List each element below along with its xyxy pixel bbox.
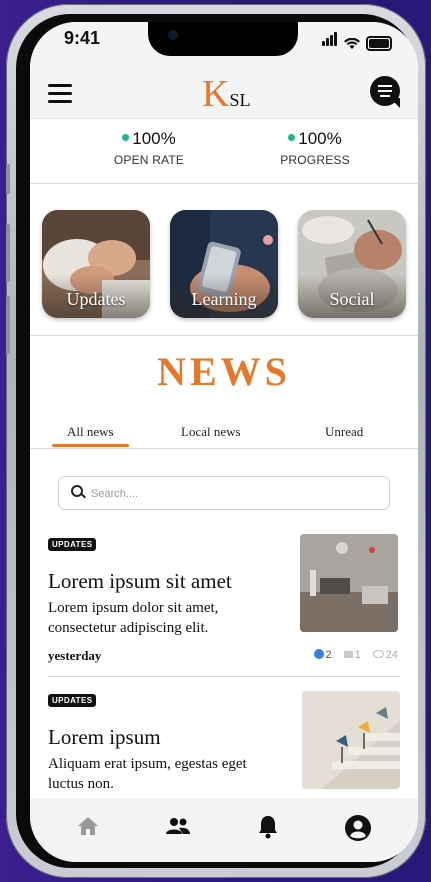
community-icon[interactable] [164, 814, 194, 844]
news-tabs: All news Local news Unread [30, 424, 418, 449]
profile-icon[interactable] [344, 814, 374, 844]
logo-k: K [202, 73, 230, 115]
article-card[interactable]: UPDATES Lorem ipsum Aliquam erat ipsum, … [30, 688, 418, 798]
tab-all-news[interactable]: All news [67, 424, 114, 440]
status-time: 9:41 [64, 28, 101, 48]
category-label-updates: Updates [66, 289, 126, 309]
article-excerpt: Aliquam erat ipsum, egestas eget luctus … [48, 756, 247, 792]
tab-local-news[interactable]: Local news [181, 424, 241, 440]
category-cards: Updates Learning Social [42, 210, 408, 320]
likes-count: 2 [313, 649, 332, 661]
stat-open-rate: 100% OPEN RATE [74, 129, 224, 167]
bell-icon[interactable] [256, 814, 286, 844]
battery-icon [366, 36, 392, 51]
mute-switch [6, 164, 10, 194]
category-label-social: Social [329, 289, 375, 309]
volume-up-button [6, 224, 10, 282]
comment-icon [343, 651, 353, 658]
active-tab-indicator [52, 444, 129, 447]
logo-sl: SL [229, 90, 251, 110]
article-title[interactable]: Lorem ipsum sit amet [48, 569, 232, 594]
stat-progress: 100% PROGRESS [240, 129, 390, 167]
status-dot-icon [122, 134, 130, 141]
volume-down-button [6, 296, 10, 354]
home-icon[interactable] [76, 814, 106, 844]
open-rate-value: 100% [132, 129, 176, 148]
bottom-nav [30, 798, 418, 862]
menu-icon[interactable] [48, 84, 72, 108]
progress-label: PROGRESS [280, 153, 350, 167]
article-badge: UPDATES [48, 694, 97, 707]
chat-icon[interactable] [370, 76, 400, 108]
signal-icon [322, 32, 338, 51]
article-title[interactable]: Lorem ipsum [48, 725, 161, 750]
open-rate-label: OPEN RATE [113, 153, 185, 167]
article-card[interactable]: UPDATES Lorem ipsum sit amet Lorem ipsum… [30, 532, 418, 672]
article-thumbnail[interactable] [302, 691, 400, 789]
article-excerpt: Lorem ipsum dolor sit amet, consectetur … [48, 600, 219, 636]
category-card-social[interactable]: Social [298, 210, 406, 318]
room-photo [300, 534, 398, 632]
search-input[interactable] [89, 483, 373, 505]
progress-value: 100% [298, 129, 342, 148]
screen: 9:41 KSL 100% OPEN RATE 100% PROGRESS Up… [30, 22, 418, 862]
eye-icon [372, 650, 384, 658]
category-card-updates[interactable]: Updates [42, 210, 150, 318]
article-badge: UPDATES [48, 538, 97, 551]
lamps-photo [302, 691, 400, 789]
logo: KSL [202, 72, 250, 116]
category-card-learning[interactable]: Learning [170, 210, 278, 318]
tab-unread[interactable]: Unread [325, 424, 363, 440]
comments-count: 1 [343, 649, 361, 661]
search-icon [71, 485, 83, 497]
camera [168, 30, 178, 40]
like-icon [313, 649, 324, 659]
news-title: NEWS [157, 349, 291, 394]
views-count: 24 [372, 649, 398, 661]
app-header: KSL [30, 66, 418, 119]
article-time: yesterday [48, 648, 102, 663]
section-divider [30, 335, 418, 336]
article-metrics: 2 1 24 [313, 649, 398, 661]
article-divider [48, 676, 400, 677]
article-thumbnail[interactable] [300, 534, 398, 632]
status-bar: 9:41 [30, 22, 418, 66]
stats-bar: 100% OPEN RATE 100% PROGRESS [30, 119, 418, 184]
status-dot-icon [288, 134, 296, 141]
notch [148, 22, 298, 56]
wifi-icon [344, 37, 360, 51]
category-label-learning: Learning [191, 289, 257, 309]
search-bar [58, 476, 390, 510]
